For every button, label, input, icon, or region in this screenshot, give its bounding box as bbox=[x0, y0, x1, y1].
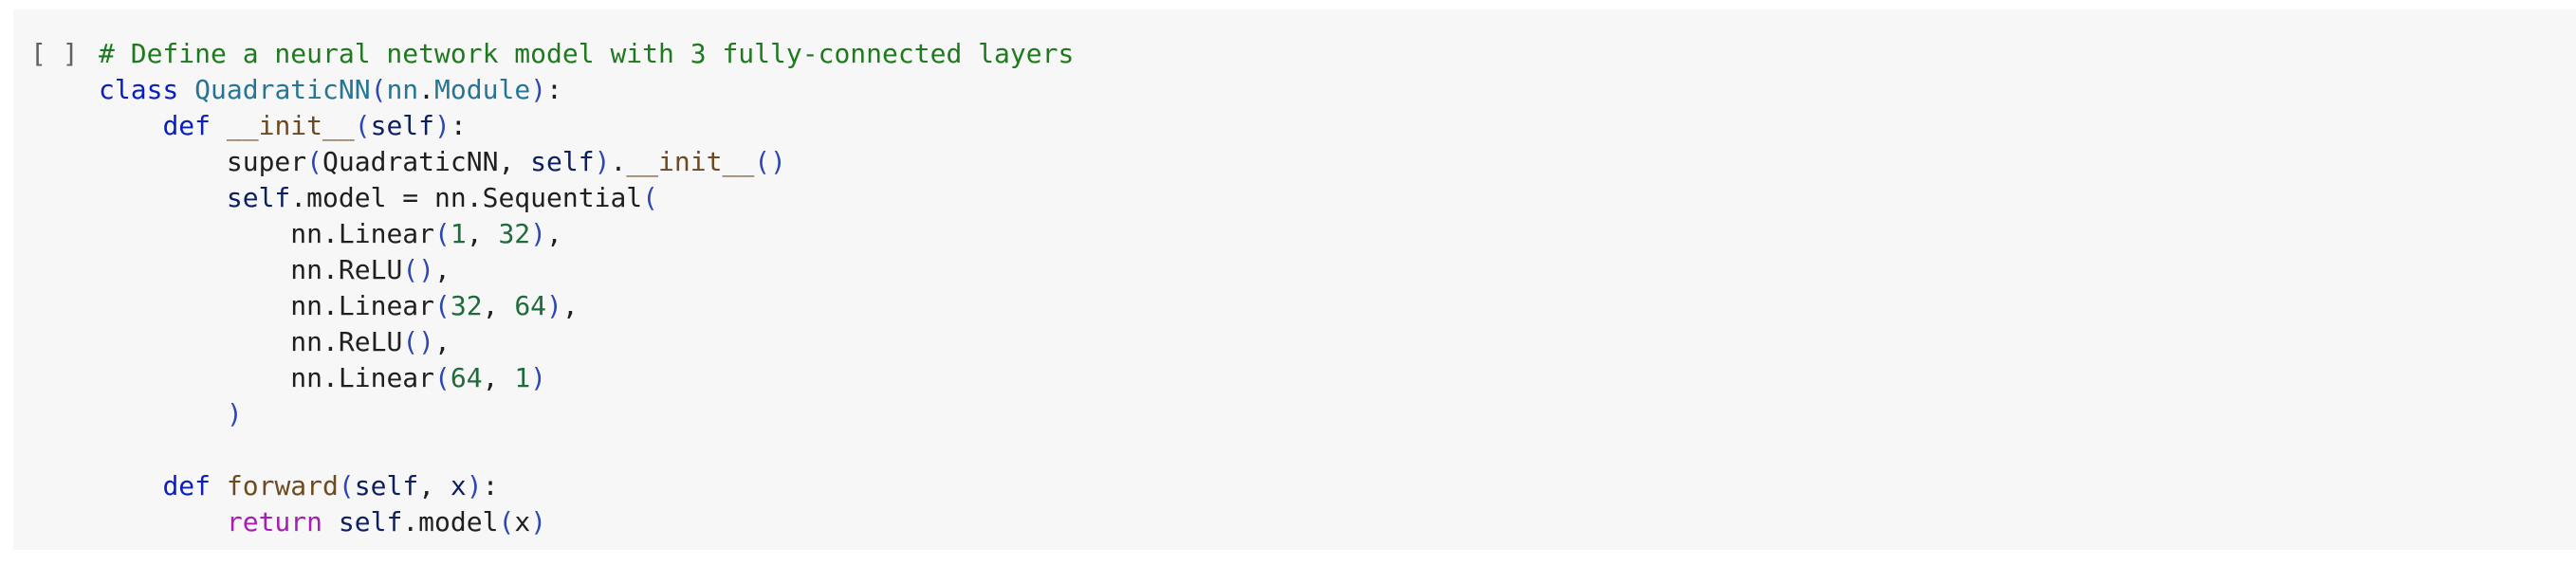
code-token: , bbox=[482, 362, 515, 393]
code-token: 32 bbox=[498, 218, 531, 249]
code-token: QuadraticNN, bbox=[322, 146, 531, 177]
code-token: nn.Linear bbox=[290, 290, 435, 321]
code-token: self bbox=[354, 470, 419, 501]
code-line: def __init__(self): bbox=[99, 108, 1074, 144]
code-line: super(QuadraticNN, self).__init__() bbox=[99, 144, 1074, 180]
code-token: .model bbox=[402, 506, 499, 538]
code-token: , bbox=[434, 254, 451, 285]
code-token: ( bbox=[434, 290, 451, 321]
code-line: self.model = nn.Sequential( bbox=[99, 180, 1074, 216]
code-token: ( bbox=[370, 74, 387, 105]
code-token: ) bbox=[434, 110, 451, 141]
code-token: forward bbox=[226, 470, 339, 501]
code-token: .model = nn.Sequential bbox=[290, 182, 643, 213]
code-token: , bbox=[434, 326, 451, 357]
code-token: ) bbox=[530, 506, 547, 538]
code-token: ) bbox=[546, 290, 562, 321]
code-token: ( bbox=[642, 182, 659, 213]
code-token: ) bbox=[530, 74, 547, 105]
code-token: nn.Linear bbox=[290, 218, 435, 249]
code-token: ( bbox=[498, 506, 515, 538]
code-token: x bbox=[514, 506, 531, 538]
code-token: def bbox=[162, 470, 212, 501]
code-token: __init__ bbox=[626, 146, 755, 177]
code-token: 64 bbox=[450, 362, 483, 393]
code-token: self bbox=[370, 110, 435, 141]
code-token: () bbox=[402, 254, 435, 285]
code-token: : bbox=[482, 470, 499, 501]
code-line: nn.Linear(64, 1) bbox=[99, 360, 1074, 396]
code-line: return self.model(x) bbox=[99, 504, 1074, 540]
code-editor[interactable]: # Define a neural network model with 3 f… bbox=[99, 36, 1074, 540]
code-token: self bbox=[338, 506, 403, 538]
code-line: nn.Linear(1, 32), bbox=[99, 216, 1074, 252]
code-token: __init__ bbox=[226, 110, 355, 141]
code-token: () bbox=[754, 146, 786, 177]
code-cell[interactable]: [ ] # Define a neural network model with… bbox=[13, 9, 2576, 550]
code-token: , bbox=[466, 218, 499, 249]
code-token: , bbox=[561, 290, 579, 321]
code-token: QuadraticNN bbox=[194, 74, 371, 105]
code-token: def bbox=[162, 110, 212, 141]
code-token: nn.ReLU bbox=[290, 326, 403, 357]
code-line: ) bbox=[99, 396, 1074, 432]
code-line: class QuadraticNN(nn.Module): bbox=[99, 72, 1074, 108]
execution-count-prompt[interactable]: [ ] bbox=[30, 36, 79, 72]
code-token: . bbox=[418, 74, 435, 105]
code-token: ( bbox=[354, 110, 371, 141]
code-token: self bbox=[226, 182, 291, 213]
code-token: nn.Linear bbox=[290, 362, 435, 393]
code-token: ( bbox=[306, 146, 323, 177]
code-token: ) bbox=[594, 146, 611, 177]
code-line: nn.ReLU(), bbox=[99, 252, 1074, 288]
code-token: 64 bbox=[514, 290, 547, 321]
code-token: 1 bbox=[450, 218, 467, 249]
code-token: ) bbox=[530, 362, 547, 393]
code-line: def forward(self, x): bbox=[99, 468, 1074, 504]
code-token: ) bbox=[466, 470, 483, 501]
code-token: ( bbox=[434, 362, 451, 393]
code-token: , bbox=[418, 470, 451, 501]
code-token: . bbox=[610, 146, 627, 177]
code-line: # Define a neural network model with 3 f… bbox=[99, 36, 1074, 72]
code-token: : bbox=[546, 74, 562, 105]
code-token: nn.ReLU bbox=[290, 254, 403, 285]
code-token: , bbox=[482, 290, 515, 321]
code-token: nn bbox=[386, 74, 419, 105]
code-token: () bbox=[402, 326, 435, 357]
code-token: 32 bbox=[450, 290, 483, 321]
code-token: ) bbox=[530, 218, 547, 249]
code-line: nn.Linear(32, 64), bbox=[99, 288, 1074, 324]
code-token: class bbox=[99, 74, 179, 105]
code-token: ( bbox=[434, 218, 451, 249]
code-token: self bbox=[530, 146, 595, 177]
code-token: ) bbox=[226, 398, 243, 429]
code-token: , bbox=[546, 218, 562, 249]
code-token: super bbox=[226, 146, 307, 177]
code-line: nn.ReLU(), bbox=[99, 324, 1074, 360]
code-token: ( bbox=[338, 470, 355, 501]
code-token: : bbox=[450, 110, 467, 141]
code-token: Module bbox=[434, 74, 531, 105]
code-token: x bbox=[450, 470, 467, 501]
code-token: # Define a neural network model with 3 f… bbox=[99, 38, 1075, 69]
code-token: return bbox=[226, 506, 323, 538]
code-token: 1 bbox=[514, 362, 531, 393]
